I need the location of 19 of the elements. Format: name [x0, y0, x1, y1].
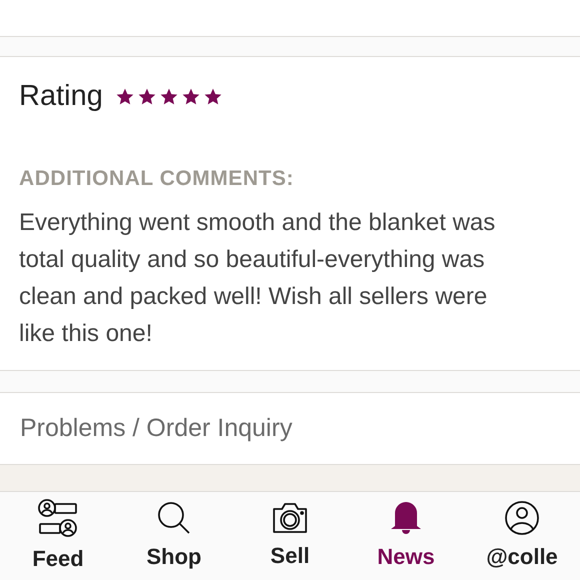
nav-tab[interactable]: Feed — [0, 492, 116, 580]
bell-icon — [389, 500, 423, 536]
star-icon — [158, 86, 179, 107]
nav-tab[interactable]: Sell — [232, 492, 348, 580]
comments-heading: ADDITIONAL COMMENTS: — [19, 166, 295, 192]
order-inquiry-field[interactable]: Problems / Order Inquiry — [0, 392, 580, 465]
comment-text: Everything went smooth and the blanket was total quality and so beautiful-everything was clean and packed well! Wish all sellers were like this one! — [19, 208, 496, 349]
nav-tab[interactable]: Shop — [116, 492, 232, 580]
search-icon — [156, 500, 192, 536]
feed-icon — [36, 498, 80, 538]
star-icon — [180, 86, 201, 107]
star-icon — [114, 86, 135, 107]
nav-tab[interactable]: @colle — [464, 492, 580, 580]
nav-tab[interactable]: News — [348, 492, 464, 580]
camera-icon — [271, 500, 309, 534]
rating-label: Rating — [19, 79, 103, 114]
profile-icon — [504, 500, 540, 536]
star-icon — [136, 86, 157, 107]
star-icon — [202, 86, 223, 107]
